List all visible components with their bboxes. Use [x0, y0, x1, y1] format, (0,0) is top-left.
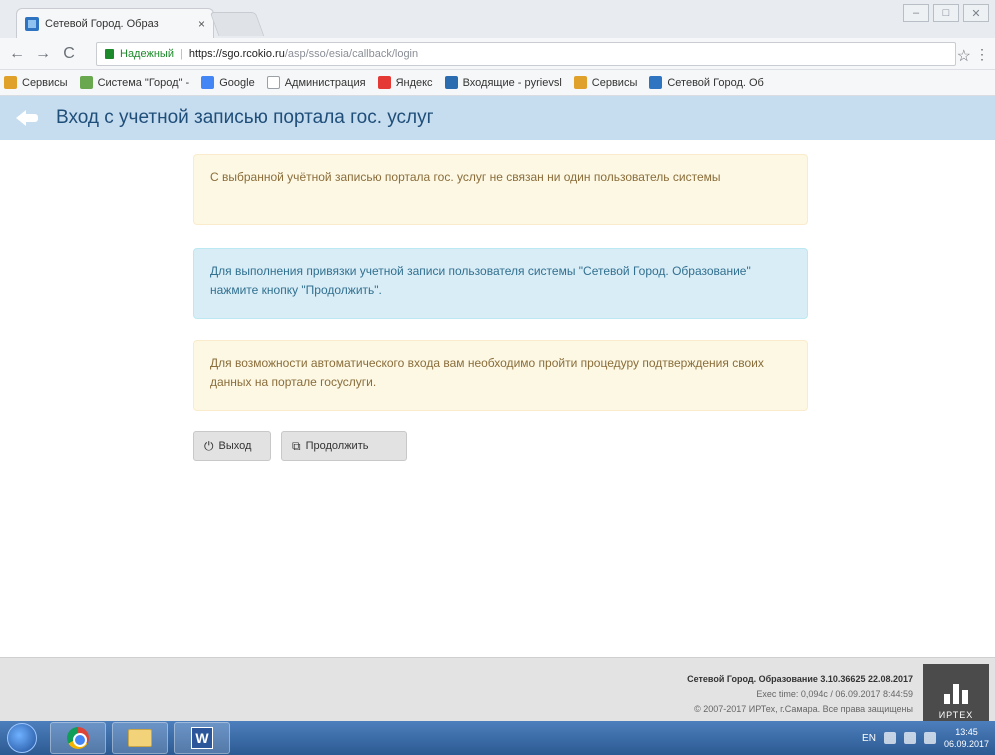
warning-alert-auto-login: Для возможности автоматического входа ва…: [193, 340, 808, 411]
screen: Сетевой Город. Образ × – □ ✕ ← → C Надеж…: [0, 0, 995, 755]
chrome-icon: [67, 727, 89, 749]
logo-bar: [944, 694, 950, 704]
bookmark-item[interactable]: Система "Город" -: [79, 76, 190, 89]
bookmark-label: Google: [219, 76, 255, 89]
mail-icon: [444, 76, 458, 89]
bookmark-label: Сетевой Город. Об: [667, 76, 764, 89]
exit-button[interactable]: ⏻ Выход: [193, 431, 271, 461]
browser-titlebar: Сетевой Город. Образ × – □ ✕: [0, 0, 995, 38]
bookmark-label: Яндекс: [395, 76, 433, 89]
bookmark-label: Сервисы: [591, 76, 638, 89]
bookmark-favicon-icon: [79, 76, 93, 89]
address-bar[interactable]: Надежный | https://sgo.rcokio.ru/asp/sso…: [96, 42, 956, 66]
lock-icon: [105, 49, 114, 59]
reload-icon[interactable]: C: [60, 45, 78, 63]
continue-button-label: Продолжить: [305, 440, 369, 452]
windows-taskbar: W EN 13:45 06.09.2017: [0, 721, 995, 755]
bookmark-label: Сервисы: [22, 76, 68, 89]
bookmark-label: Система "Город" -: [97, 76, 190, 89]
warning-alert-not-linked: С выбранной учётной записью портала гос.…: [193, 154, 808, 225]
bookmark-item[interactable]: Администрация: [266, 76, 366, 89]
flag-icon[interactable]: [903, 732, 916, 744]
clock[interactable]: 13:45 06.09.2017: [944, 726, 989, 750]
browser-toolbar: ← → C Надежный | https://sgo.rcokio.ru/a…: [0, 38, 995, 70]
clock-time: 13:45: [955, 727, 978, 737]
page-title: Вход с учетной записью портала гос. услу…: [56, 107, 434, 128]
language-indicator[interactable]: EN: [862, 733, 876, 744]
windows-logo-icon: [7, 723, 37, 753]
exec-time: Exec time: 0,094с / 06.09.2017 8:44:59: [756, 689, 913, 699]
tab-title: Сетевой Город. Образ: [45, 17, 159, 30]
forward-arrow-icon[interactable]: →: [34, 45, 52, 63]
logo-text: ИРТЕХ: [938, 710, 974, 720]
taskbar-explorer[interactable]: [112, 722, 168, 754]
info-alert-link-instructions: Для выполнения привязки учетной записи п…: [193, 248, 808, 319]
browser-tab[interactable]: Сетевой Город. Образ ×: [16, 8, 214, 38]
yandex-icon: [377, 76, 391, 89]
url-text: https://sgo.rcokio.ru/asp/sso/esia/callb…: [189, 48, 418, 60]
exit-button-label: Выход: [218, 440, 252, 452]
site-favicon-icon: [25, 16, 39, 31]
page-header: Вход с учетной записью портала гос. услу…: [0, 96, 995, 140]
bookmark-item[interactable]: Google: [201, 76, 255, 89]
url-separator: |: [179, 48, 183, 60]
bookmark-item[interactable]: Сервисы: [4, 76, 68, 89]
copyright: © 2007-2017 ИРТех, г.Самара. Все права з…: [694, 704, 913, 714]
irtech-logo: ИРТЕХ: [923, 664, 989, 726]
clock-date: 06.09.2017: [943, 739, 989, 749]
back-icon[interactable]: [16, 107, 44, 129]
site-favicon-icon: [649, 76, 663, 89]
app-version: Сетевой Город. Образование 3.10.36625 22…: [687, 674, 913, 684]
bookmark-item[interactable]: Сетевой Город. Об: [649, 76, 764, 89]
back-arrow-icon[interactable]: ←: [8, 45, 26, 63]
system-tray: EN 13:45 06.09.2017: [862, 721, 995, 755]
external-link-icon: ⧉: [292, 438, 301, 453]
start-button[interactable]: [0, 721, 44, 755]
network-icon[interactable]: [883, 732, 896, 744]
continue-button[interactable]: ⧉ Продолжить: [281, 431, 407, 461]
footer-info: Сетевой Город. Образование 3.10.36625 22…: [687, 672, 913, 717]
word-icon: W: [191, 727, 213, 749]
logo-mark-icon: [944, 684, 968, 704]
apps-grid-icon: [4, 76, 17, 89]
bookmarks-bar: Сервисы Система "Город" - Google Админис…: [0, 70, 995, 96]
page-footer: Сетевой Город. Образование 3.10.36625 22…: [0, 657, 995, 726]
google-icon: [201, 76, 215, 89]
window-controls: – □ ✕: [903, 4, 989, 22]
bookmark-label: Входящие - pyrievsl: [462, 76, 562, 89]
page-icon: [266, 76, 280, 89]
power-icon: ⏻: [204, 438, 214, 453]
bookmark-item[interactable]: Яндекс: [377, 76, 433, 89]
bookmark-item[interactable]: Сервисы: [573, 76, 638, 89]
folder-icon: [128, 729, 152, 747]
taskbar-word[interactable]: W: [174, 722, 230, 754]
apps-grid-icon: [573, 76, 587, 89]
bookmark-star-icon[interactable]: ☆: [957, 46, 971, 66]
secure-label: Надежный: [120, 48, 174, 60]
url-host: https://sgo.rcokio.ru: [188, 48, 285, 60]
tab-close-icon[interactable]: ×: [198, 17, 205, 31]
close-window-button[interactable]: ✕: [963, 4, 989, 22]
logo-bar: [953, 684, 959, 704]
logo-bar: [962, 690, 968, 704]
bookmark-item[interactable]: Входящие - pyrievsl: [444, 76, 562, 89]
url-path: /asp/sso/esia/callback/login: [284, 48, 419, 60]
maximize-button[interactable]: □: [933, 4, 959, 22]
minimize-button[interactable]: –: [903, 4, 929, 22]
taskbar-chrome[interactable]: [50, 722, 106, 754]
bookmark-label: Администрация: [284, 76, 366, 89]
volume-icon[interactable]: [923, 732, 936, 744]
browser-menu-icon[interactable]: ⋮: [975, 46, 989, 63]
new-tab-button[interactable]: [209, 12, 265, 36]
